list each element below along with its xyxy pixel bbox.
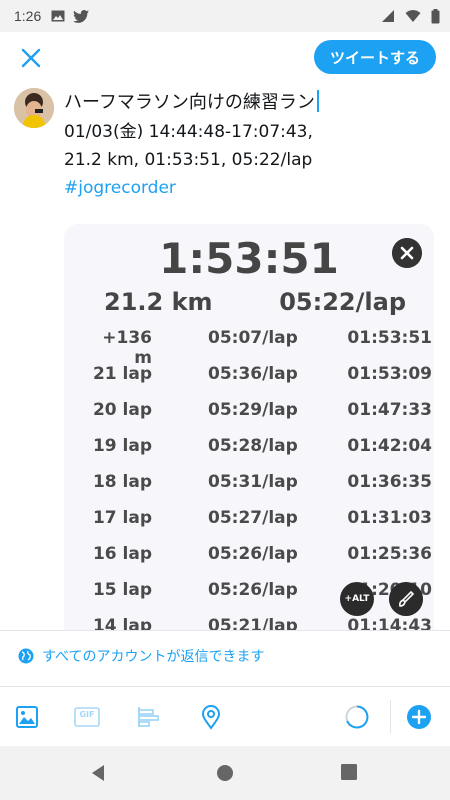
tweet-button[interactable]: ツイートする (313, 40, 436, 74)
toolbar-divider (390, 700, 391, 734)
battery-icon (431, 8, 440, 23)
reply-setting[interactable]: すべてのアカウントが返信できます (18, 646, 264, 666)
image-icon[interactable] (14, 704, 40, 730)
remove-media-icon[interactable] (392, 238, 422, 268)
gif-button[interactable]: GIF (74, 704, 100, 730)
lap-pace: 05:36/lap (208, 364, 298, 384)
gallery-icon (51, 10, 65, 22)
close-icon[interactable] (18, 45, 44, 71)
tweet-line-2: 21.2 km, 01:53:51, 05:22/lap (64, 150, 313, 170)
tweet-text-area[interactable]: ハーフマラソン向けの練習ラン 01/03(金) 14:44:48-17:07:4… (64, 88, 434, 202)
reply-setting-label: すべてのアカウントが返信できます (42, 649, 265, 665)
lap-split: 01:14:43 (347, 616, 432, 630)
wifi-icon (405, 10, 421, 22)
home-icon[interactable] (216, 764, 234, 782)
lap-split: 01:47:33 (347, 400, 432, 420)
alt-text-button[interactable]: +ALT (340, 582, 374, 616)
lap-row: 20 lap 05:29/lap 01:47:33 (64, 400, 434, 436)
lap-row: 19 lap 05:28/lap 01:42:04 (64, 436, 434, 472)
lap-split: 01:53:09 (347, 364, 432, 384)
gif-label: GIF (79, 710, 95, 719)
poll-icon[interactable] (136, 704, 162, 730)
average-pace: 05:22/lap (279, 288, 406, 316)
lap-pace: 05:31/lap (208, 472, 298, 492)
lap-label: 15 lap (92, 580, 152, 600)
lap-pace: 05:07/lap (208, 328, 298, 348)
lap-label: 18 lap (92, 472, 152, 492)
lap-row: 18 lap 05:31/lap 01:36:35 (64, 472, 434, 508)
avatar[interactable] (14, 88, 54, 128)
lap-split: 01:36:35 (347, 472, 432, 492)
attached-image[interactable]: 1:53:51 21.2 km 05:22/lap +136 m 05:07/l… (64, 224, 434, 630)
lap-pace: 05:26/lap (208, 580, 298, 600)
character-counter-icon (345, 705, 369, 729)
total-time: 1:53:51 (159, 234, 339, 283)
lap-pace: 05:27/lap (208, 508, 298, 528)
lap-pace: 05:29/lap (208, 400, 298, 420)
lap-split: 01:53:51 (347, 328, 432, 348)
lap-split: 01:25:36 (347, 544, 432, 564)
lap-row: 14 lap 05:21/lap 01:14:43 (64, 616, 434, 630)
lap-split: 01:42:04 (347, 436, 432, 456)
status-time: 1:26 (14, 8, 42, 24)
compose-header: ツイートする (0, 32, 450, 84)
lap-split: 01:31:03 (347, 508, 432, 528)
recents-icon[interactable] (341, 764, 357, 780)
lap-row: 21 lap 05:36/lap 01:53:09 (64, 364, 434, 400)
system-nav-bar (0, 746, 450, 800)
lap-pace: 05:28/lap (208, 436, 298, 456)
lap-label: 20 lap (92, 400, 152, 420)
lap-label: 16 lap (92, 544, 152, 564)
signal-icon (382, 10, 394, 22)
twitter-bird-icon (73, 9, 90, 23)
edit-brush-icon[interactable] (389, 582, 423, 616)
status-bar: 1:26 (0, 0, 450, 32)
add-tweet-icon[interactable] (406, 704, 432, 730)
lap-label: 21 lap (92, 364, 152, 384)
lap-label: +136 m (102, 328, 152, 368)
divider (0, 630, 450, 631)
lap-row: 16 lap 05:26/lap 01:25:36 (64, 544, 434, 580)
tweet-hashtag[interactable]: #jogrecorder (64, 174, 434, 202)
compose-toolbar: GIF (0, 700, 450, 736)
tweet-line-1: 01/03(金) 14:44:48-17:07:43, (64, 122, 313, 142)
lap-row: 17 lap 05:27/lap 01:31:03 (64, 508, 434, 544)
tweet-title: ハーフマラソン向けの練習ラン (64, 92, 315, 113)
lap-label: 19 lap (92, 436, 152, 456)
lap-pace: 05:26/lap (208, 544, 298, 564)
text-cursor (316, 90, 319, 112)
location-icon[interactable] (198, 704, 224, 730)
lap-row: +136 m 05:07/lap 01:53:51 (64, 328, 434, 368)
lap-row: 15 lap 05:26/lap 01:20:10 (64, 580, 434, 616)
globe-icon (18, 648, 34, 664)
back-icon[interactable] (90, 764, 106, 782)
total-distance: 21.2 km (104, 288, 213, 316)
divider (0, 686, 450, 687)
lap-label: 14 lap (92, 616, 152, 630)
lap-label: 17 lap (92, 508, 152, 528)
lap-pace: 05:21/lap (208, 616, 298, 630)
